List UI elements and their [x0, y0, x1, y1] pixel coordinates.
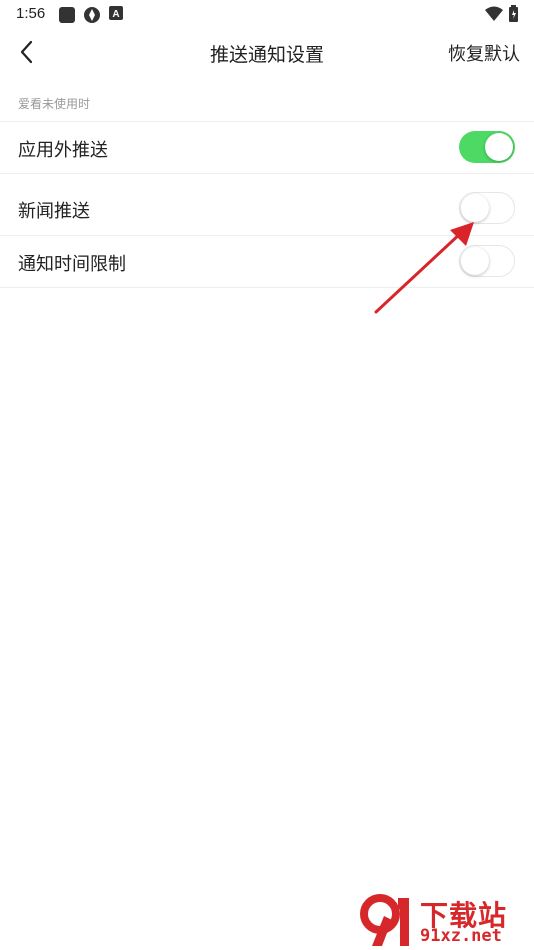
- status-bar: 1:56 A: [0, 0, 534, 28]
- status-right: [485, 5, 518, 22]
- battery-icon: [509, 5, 518, 22]
- setting-label: 通知时间限制: [18, 254, 126, 275]
- setting-label: 应用外推送: [18, 140, 108, 161]
- annotation-arrow-icon: [374, 222, 474, 314]
- nav-bar: 推送通知设置 恢复默认: [0, 28, 534, 76]
- setting-row-outside-push: 应用外推送: [0, 122, 534, 174]
- toggle-knob: [485, 133, 513, 161]
- watermark-logo-icon: [360, 894, 409, 946]
- wifi-icon: [485, 6, 503, 21]
- reset-default-button[interactable]: 恢复默认: [448, 40, 520, 66]
- outside-push-toggle[interactable]: [459, 131, 515, 163]
- shutter-icon: [84, 7, 100, 23]
- divider: [0, 173, 534, 174]
- watermark-url: 91xz.net: [420, 926, 502, 946]
- status-time: 1:56: [16, 5, 46, 22]
- a-letter-icon: A: [109, 6, 123, 20]
- section-header: 爱看未使用时: [18, 97, 91, 111]
- app-square-icon: [59, 7, 75, 23]
- svg-text:A: A: [112, 9, 119, 20]
- setting-label: 新闻推送: [18, 201, 90, 222]
- watermark: 下载站 91xz.net: [358, 892, 528, 948]
